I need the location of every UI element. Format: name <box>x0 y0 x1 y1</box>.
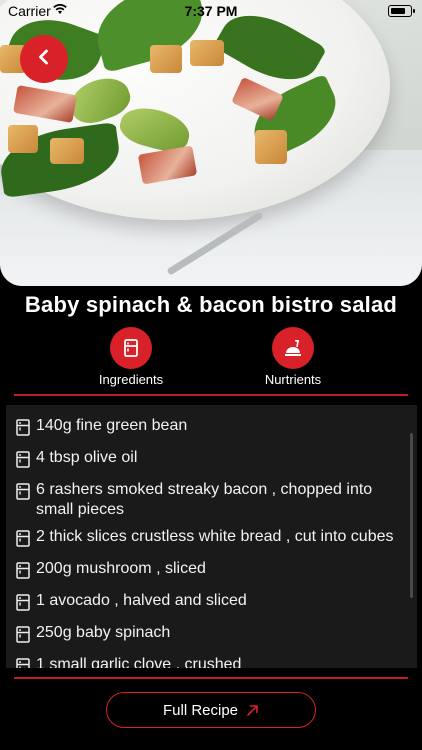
list-item: 200g mushroom , sliced <box>6 559 417 584</box>
recipe-hero-image <box>0 0 422 286</box>
ingredient-text: 250g baby spinach <box>36 624 171 641</box>
ingredient-text: 200g mushroom , sliced <box>36 560 206 577</box>
arrow-up-right-icon <box>246 704 259 717</box>
food-tray-icon <box>272 327 314 369</box>
ingredient-text: 1 small garlic clove , crushed <box>36 656 242 668</box>
list-item: 1 avocado , halved and sliced <box>6 591 417 616</box>
fridge-icon <box>15 562 31 584</box>
ingredient-text: 140g fine green bean <box>36 417 188 434</box>
divider <box>14 394 408 396</box>
divider <box>14 677 408 679</box>
tab-nutrients-label: Nurtrients <box>264 372 322 387</box>
battery-icon <box>388 5 415 17</box>
ingredient-text: 4 tbsp olive oil <box>36 449 138 466</box>
fridge-icon <box>15 530 31 552</box>
list-item: 4 tbsp olive oil <box>6 448 417 473</box>
full-recipe-button[interactable]: Full Recipe <box>106 692 316 728</box>
fridge-icon <box>15 626 31 648</box>
list-item: 2 thick slices crustless white bread , c… <box>6 527 417 552</box>
tab-ingredients-label: Ingredients <box>98 372 164 387</box>
chevron-left-icon <box>35 48 53 71</box>
list-item: 6 rashers smoked streaky bacon , chopped… <box>6 480 417 520</box>
list-item: 1 small garlic clove , crushed <box>6 655 417 668</box>
tab-ingredients[interactable]: Ingredients <box>61 327 201 387</box>
fridge-icon <box>110 327 152 369</box>
fridge-icon <box>15 483 31 505</box>
full-recipe-label: Full Recipe <box>162 701 239 719</box>
list-item: 140g fine green bean <box>6 416 417 441</box>
recipe-title: Baby spinach & bacon bistro salad <box>24 292 398 317</box>
fridge-icon <box>15 419 31 441</box>
ingredient-text: 2 thick slices crustless white bread , c… <box>36 528 394 545</box>
ingredient-text: 6 rashers smoked streaky bacon , chopped… <box>36 481 373 518</box>
scrollbar[interactable] <box>410 433 413 598</box>
fridge-icon <box>15 451 31 473</box>
status-bar: Carrier 7:37 PM <box>0 0 422 22</box>
ingredients-list: 140g fine green bean 4 tbsp olive oil 6 … <box>6 405 417 668</box>
fridge-icon <box>15 658 31 668</box>
ingredient-text: 1 avocado , halved and sliced <box>36 592 247 609</box>
back-button[interactable] <box>20 35 68 83</box>
tab-nutrients[interactable]: Nurtrients <box>223 327 363 387</box>
clock: 7:37 PM <box>184 3 238 19</box>
fridge-icon <box>15 594 31 616</box>
list-item: 250g baby spinach <box>6 623 417 648</box>
ingredients-panel[interactable]: 140g fine green bean 4 tbsp olive oil 6 … <box>6 405 417 668</box>
